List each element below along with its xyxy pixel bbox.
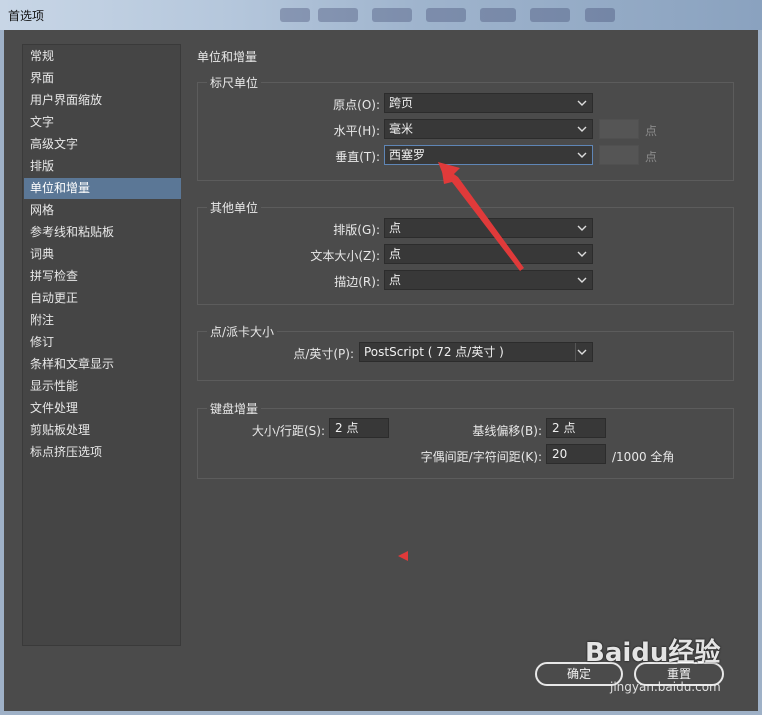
watermark-brand: Baidu经验 xyxy=(585,638,721,668)
watermark-url: jingyan.baidu.com xyxy=(610,680,721,694)
cursor-marker xyxy=(398,551,408,561)
arrow-shaft xyxy=(441,165,524,271)
annotation-arrow xyxy=(398,162,524,561)
